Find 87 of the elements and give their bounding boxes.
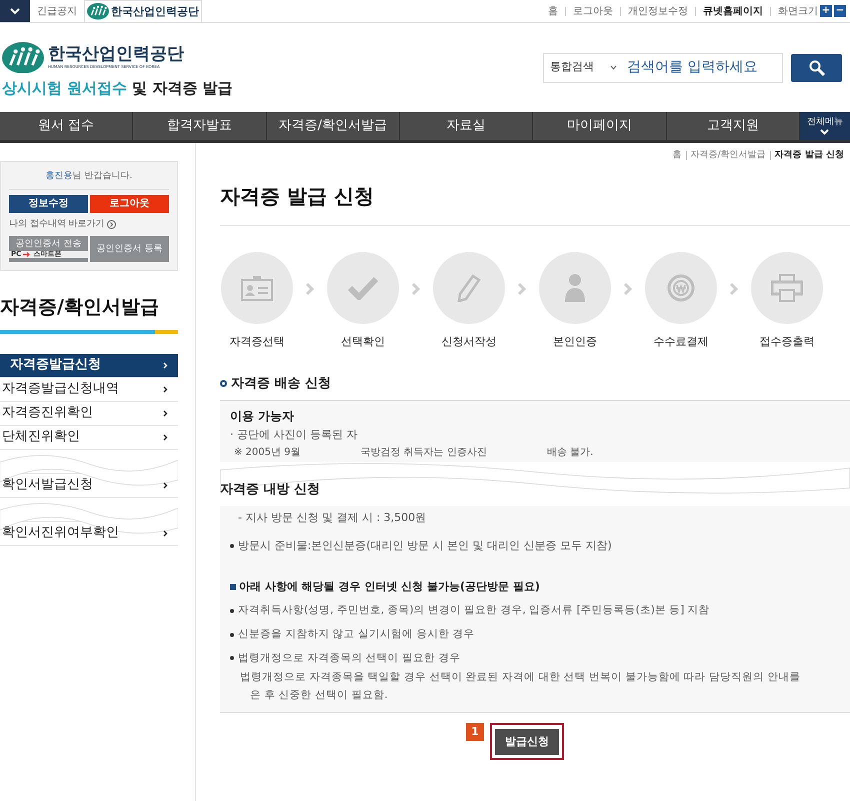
font-size-button[interactable]: + bbox=[820, 5, 832, 17]
chevron-right-icon bbox=[411, 282, 421, 296]
nav-item[interactable]: 자격증/확인서발급 bbox=[266, 112, 400, 140]
search-icon bbox=[808, 60, 824, 76]
logo-title: 한국산업인력공단 bbox=[48, 46, 184, 63]
breadcrumb-link[interactable]: 홈 bbox=[672, 149, 682, 162]
chevron-right-icon bbox=[517, 282, 527, 296]
site-title: 및 자격증 발급 bbox=[132, 78, 233, 99]
sidebar-menu-item[interactable]: 확인서발급신청 bbox=[0, 474, 178, 498]
section-heading: 자격증 배송 신청 bbox=[231, 375, 332, 393]
detail-text: 법령개정으로 자격종목을 택일할 경우 선택이 완료된 자격에 대한 선택 번복이 불가능함에 따라 담당직원의 안내를 bbox=[239, 670, 802, 686]
coin-icon bbox=[667, 274, 695, 302]
info-text: 법령개정으로 자격종목의 선택이 필요한 경우 bbox=[238, 650, 460, 666]
step-label: 신청서작성 bbox=[442, 334, 496, 350]
box-title: 이용 가능자 bbox=[230, 408, 296, 424]
sidebar-menu-item[interactable]: 단체진위확인 bbox=[0, 426, 178, 450]
nav-item[interactable]: 마이페이지 bbox=[533, 112, 667, 140]
org-badge-title: 한국산업인력공단 bbox=[111, 6, 199, 17]
issue-request-button[interactable]: 발급신청 bbox=[495, 729, 559, 755]
account-button[interactable]: 정보수정 bbox=[9, 194, 88, 212]
step-label: 자격증선택 bbox=[230, 334, 284, 350]
search-scope[interactable]: 통합검색 bbox=[550, 59, 594, 76]
account-button[interactable]: 로그아웃 bbox=[90, 194, 169, 212]
notice-heading: 아래 사항에 해당될 경우 인터넷 신청 불가능(공단방문 필요) bbox=[239, 578, 540, 594]
bullet-ring-icon bbox=[220, 380, 227, 388]
arrow-right-icon bbox=[23, 252, 32, 257]
chevron-right-icon bbox=[163, 386, 168, 392]
dropdown-button[interactable] bbox=[0, 0, 30, 22]
top-link[interactable]: 홈 bbox=[548, 4, 558, 18]
chevron-right-icon bbox=[163, 434, 168, 440]
sidebar-menu-item[interactable]: 확인서진위여부확인 bbox=[0, 522, 178, 546]
step-label: 수수료결제 bbox=[654, 334, 708, 350]
chevron-down-icon bbox=[610, 65, 617, 70]
printer-icon bbox=[771, 274, 803, 302]
search-field[interactable]: 통합검색 검색어를 입력하세요 bbox=[543, 52, 783, 82]
breadcrumb-link[interactable]: 자격증 발급 신청 bbox=[774, 149, 844, 162]
id-card-icon bbox=[241, 274, 273, 300]
breadcrumb-link[interactable]: 자격증/확인서발급 bbox=[690, 149, 766, 162]
font-size-label: 화면크기 bbox=[778, 4, 818, 18]
fee-text: - 지사 방문 신청 및 결제 시 : 3,500원 bbox=[237, 510, 428, 526]
note-fragment: 국방검정 취득자는 인증사진 bbox=[360, 446, 487, 460]
logo-icon bbox=[87, 3, 109, 20]
arrow-circle-icon bbox=[106, 220, 116, 229]
step-label: 본인인증 bbox=[553, 334, 597, 350]
font-size-button[interactable]: − bbox=[834, 5, 846, 17]
chevron-right-icon bbox=[163, 530, 168, 536]
sidebar-menu-item[interactable]: 자격증발급신청 bbox=[0, 354, 178, 378]
sidebar-menu-item[interactable]: 자격증진위확인 bbox=[0, 402, 178, 426]
search-button[interactable] bbox=[791, 54, 842, 82]
greeting-text: 홍진용님 반갑습니다. bbox=[9, 170, 169, 190]
checkmark-icon bbox=[348, 276, 378, 300]
notice-square-icon bbox=[230, 584, 236, 590]
note-fragment: 배송 불가. bbox=[546, 446, 594, 460]
nav-item[interactable]: 원서 접수 bbox=[0, 112, 134, 140]
all-menu-button[interactable]: 전체메뉴 bbox=[800, 112, 850, 140]
info-text: 자격취득사항(성명, 주민번호, 종목)의 변경이 필요한 경우, 입증서류 [주민등록등(초)본 등] 지참 bbox=[238, 603, 710, 618]
chevron-right-icon bbox=[163, 410, 168, 416]
chevron-right-icon bbox=[729, 282, 739, 296]
info-text: 신분증을 지참하지 않고 실기시험에 응시한 경우 bbox=[238, 626, 475, 642]
top-link[interactable]: 큐넷홈페이지 bbox=[703, 4, 763, 18]
nav-item[interactable]: 자료실 bbox=[400, 112, 534, 140]
note-fragment: ※ 2005년 9월 bbox=[234, 446, 301, 460]
org-badge[interactable]: 한국산업인력공단 bbox=[84, 0, 202, 22]
chevron-down-icon bbox=[10, 8, 20, 14]
page-title: 자격증 발급 신청 bbox=[220, 180, 850, 226]
detail-text: 은 후 신중한 선택이 필요함. bbox=[249, 688, 389, 703]
section-heading: 자격증 내방 신청 bbox=[220, 481, 322, 499]
notice-link[interactable]: 긴급공지 bbox=[30, 4, 84, 18]
site-title-highlight: 상시시험 원서접수 bbox=[2, 78, 128, 99]
history-link[interactable]: 나의 접수내역 바로가기 bbox=[9, 218, 169, 231]
pencil-icon bbox=[457, 274, 481, 302]
top-link[interactable]: 개인정보수정 bbox=[628, 4, 688, 18]
step-label: 접수증출력 bbox=[760, 334, 814, 350]
person-icon bbox=[565, 274, 585, 302]
chevron-right-icon bbox=[305, 282, 315, 296]
chevron-right-icon bbox=[163, 362, 168, 368]
top-link[interactable]: 로그아웃 bbox=[573, 4, 613, 18]
info-text: 방문시 준비물:본인신분증(대리인 방문 시 본인 및 대리인 신분증 모두 지참) bbox=[238, 538, 612, 554]
chevron-right-icon bbox=[163, 482, 168, 488]
step-label: 선택확인 bbox=[341, 334, 385, 350]
chevron-down-icon bbox=[820, 128, 830, 135]
nav-item[interactable]: 합격자발표 bbox=[133, 112, 267, 140]
chevron-right-icon bbox=[623, 282, 633, 296]
marker-badge: 1 bbox=[466, 722, 484, 741]
sidebar-heading: 자격증/확인서발급 bbox=[0, 295, 160, 320]
sidebar-menu-item[interactable]: 자격증발급신청내역 bbox=[0, 378, 178, 402]
info-text: · 공단에 사진이 등록된 자 bbox=[230, 426, 358, 442]
